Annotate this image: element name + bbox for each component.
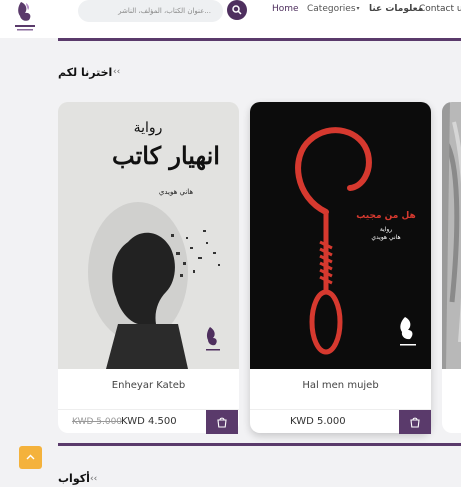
logo-icon[interactable] — [12, 0, 38, 34]
search-field[interactable] — [78, 0, 223, 22]
section-divider — [58, 443, 461, 446]
price-row: KWD 5.000 — [250, 409, 431, 434]
nav-about[interactable]: معلومات عنا — [369, 4, 423, 18]
nav-contact[interactable]: Contact u — [419, 4, 461, 18]
nav-home[interactable]: Home — [272, 4, 299, 18]
cart-icon — [410, 417, 420, 428]
section-title: اخترنا لكم — [58, 66, 113, 79]
header-divider — [58, 38, 461, 41]
book-cover-image[interactable] — [442, 102, 461, 369]
current-price: KWD 4.500 — [121, 416, 177, 427]
cover-title-text: هل من مجيب — [356, 211, 415, 221]
add-to-cart-button[interactable] — [206, 410, 238, 434]
product-title[interactable]: Hal men mujeb — [250, 380, 431, 391]
nav-categories[interactable]: Categories▾ — [307, 4, 360, 18]
old-price: KWD 5.000 — [72, 417, 123, 427]
price-row: KWD 5.000 KWD 4.500 — [58, 409, 239, 434]
chevron-left-icon: ‹‹ — [90, 474, 98, 484]
arrow-up-icon — [26, 454, 35, 460]
search-input[interactable] — [78, 0, 223, 22]
product-card[interactable] — [442, 102, 461, 433]
nav-categories-label: Categories — [307, 4, 356, 14]
cart-icon — [217, 417, 227, 428]
book-cover-image[interactable]: هل من مجيب رواية هاني هويدي — [250, 102, 431, 369]
section-title: أكواب — [58, 472, 90, 485]
search-icon — [232, 5, 242, 15]
chevron-left-icon: ‹‹ — [113, 67, 121, 77]
current-price: KWD 5.000 — [290, 416, 346, 427]
back-to-top-button[interactable] — [19, 446, 42, 469]
cover-author-text: هاني هويدي — [371, 234, 400, 241]
book-cover-image[interactable]: رواية انهيار كاتب هاني هويدي — [58, 102, 239, 369]
caret-down-icon: ▾ — [356, 5, 360, 12]
search-button[interactable] — [227, 0, 247, 20]
cover-series-text: رواية — [380, 226, 392, 233]
product-title[interactable]: Enheyar Kateb — [58, 380, 239, 391]
cover-author-text: هاني هويدي — [159, 188, 194, 196]
add-to-cart-button[interactable] — [399, 410, 431, 434]
site-header: Home Categories▾ معلومات عنا Contact u — [0, 0, 461, 38]
cover-series-text: رواية — [134, 120, 163, 136]
cover-title-text: انهيار كاتب — [112, 141, 220, 171]
